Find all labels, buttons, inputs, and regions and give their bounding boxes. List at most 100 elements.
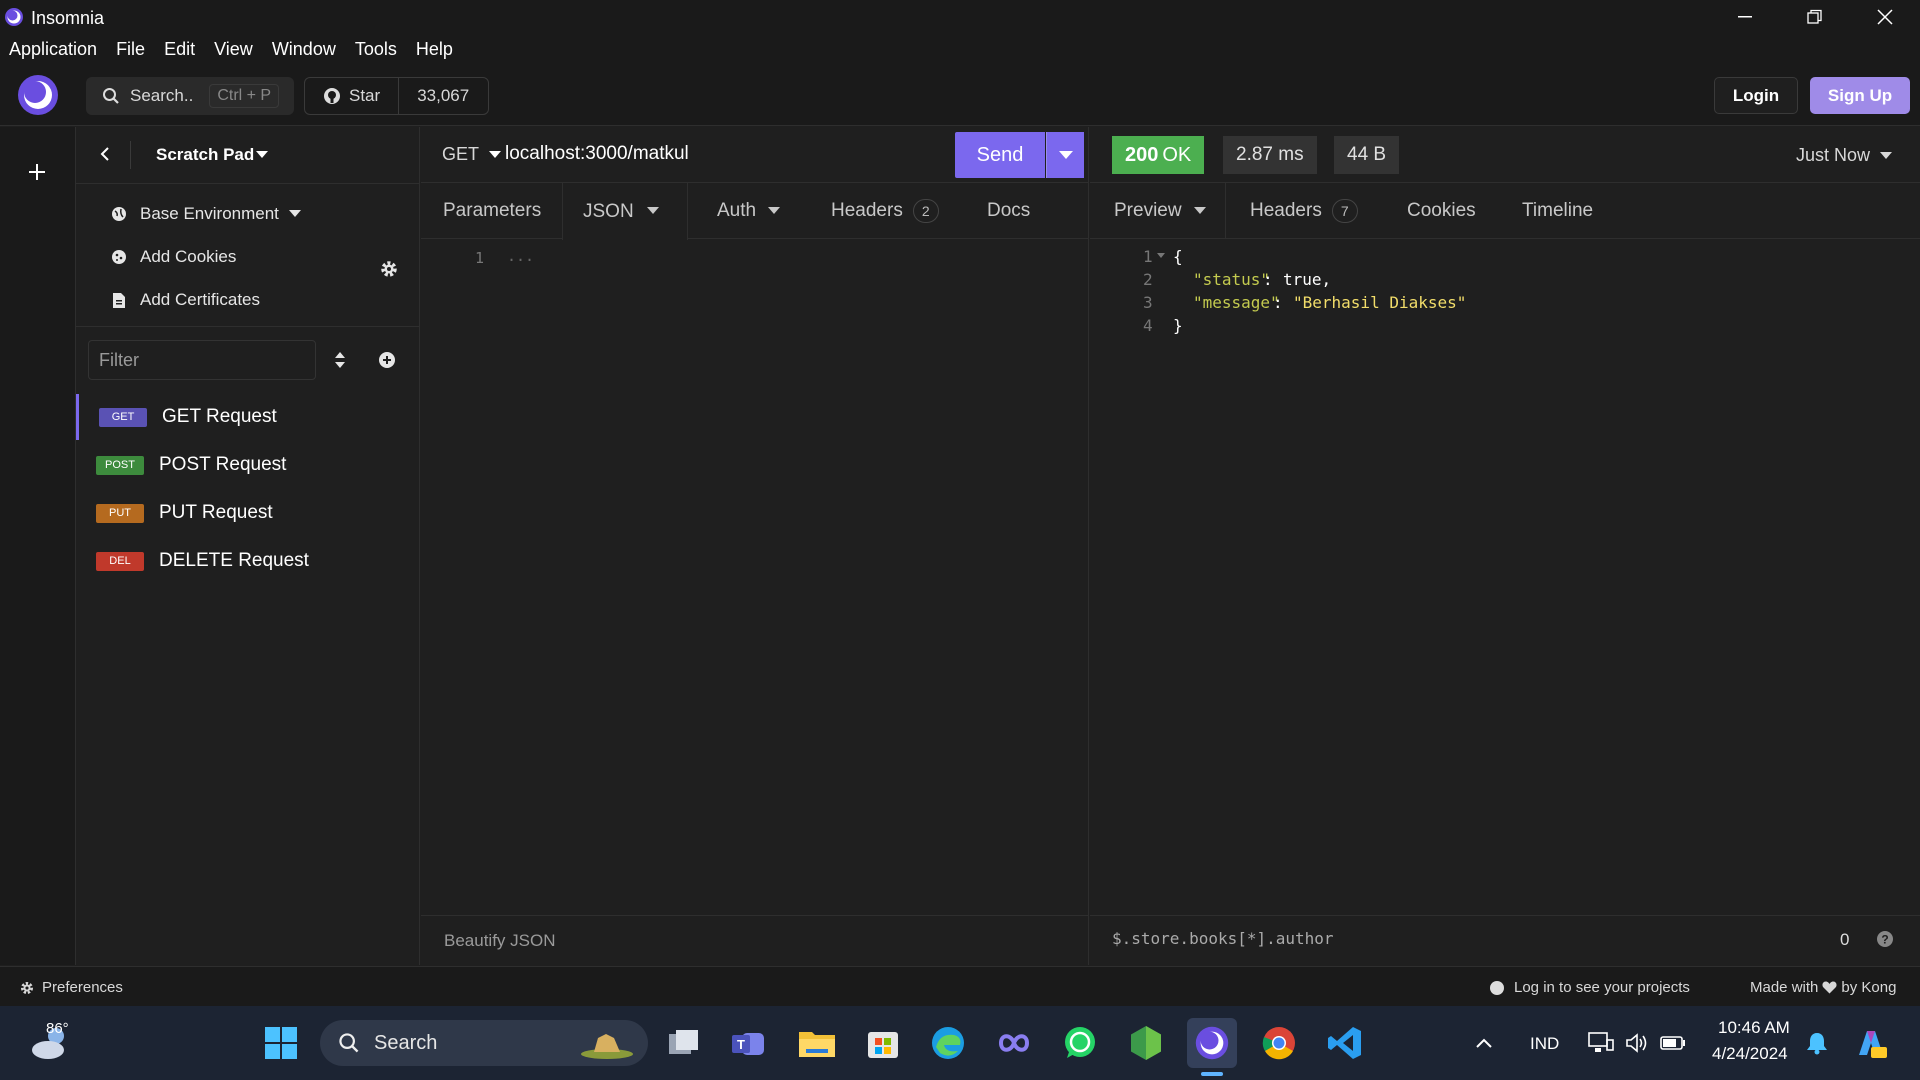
line-number: 4: [1143, 316, 1153, 335]
github-star[interactable]: Star 33,067: [304, 77, 489, 115]
title-bar: Insomnia: [0, 0, 1920, 34]
request-item-post[interactable]: POST POST Request: [76, 442, 420, 488]
gear-icon[interactable]: [380, 260, 398, 278]
request-item-put[interactable]: PUT PUT Request: [76, 490, 420, 536]
close-window-button[interactable]: [1850, 0, 1920, 34]
response-size: 44 B: [1334, 136, 1400, 174]
restore-button[interactable]: [1780, 0, 1850, 34]
add-cookies-label: Add Cookies: [140, 247, 237, 266]
file-explorer-icon[interactable]: [796, 1022, 838, 1064]
menu-tools[interactable]: Tools: [355, 39, 397, 60]
method-selector[interactable]: GET: [442, 144, 502, 165]
star-count: 33,067: [417, 86, 470, 105]
request-item-delete[interactable]: DEL DELETE Request: [76, 538, 420, 584]
cookie-icon: [110, 248, 128, 266]
taskbar-search[interactable]: Search: [320, 1020, 648, 1066]
copilot-loop-icon[interactable]: [993, 1022, 1035, 1064]
battery-icon[interactable]: [1656, 1022, 1690, 1064]
notification-bell-icon[interactable]: [1800, 1022, 1834, 1064]
menu-edit[interactable]: Edit: [164, 39, 195, 60]
back-icon[interactable]: [98, 145, 112, 163]
tab-response-headers[interactable]: Headers 7: [1250, 183, 1358, 239]
response-footer: $.store.books[*].author 0 ?: [1090, 915, 1920, 965]
history-dropdown[interactable]: Just Now: [1796, 145, 1893, 166]
vscode-icon[interactable]: [1324, 1022, 1366, 1064]
send-button[interactable]: Send: [955, 132, 1045, 178]
tab-label: JSON: [583, 200, 634, 222]
search-button[interactable]: Search.. Ctrl + P: [86, 77, 294, 115]
json-filter-input[interactable]: $.store.books[*].author: [1112, 929, 1334, 948]
json-key: "status": [1193, 270, 1271, 289]
sidebar-header: Scratch Pad: [76, 127, 419, 184]
whatsapp-icon[interactable]: [1059, 1022, 1101, 1064]
add-request-icon[interactable]: [378, 351, 396, 369]
add-certificates-item[interactable]: Add Certificates: [110, 290, 260, 310]
star-button[interactable]: Star: [305, 78, 400, 114]
filter-count: 0: [1840, 930, 1850, 949]
preferences-button[interactable]: Preferences: [20, 979, 123, 996]
task-view-icon[interactable]: [663, 1022, 705, 1064]
request-name: DELETE Request: [159, 550, 309, 571]
menu-file[interactable]: File: [116, 39, 145, 60]
tab-json[interactable]: JSON: [562, 183, 688, 240]
made-with-label: Made with: [1750, 979, 1819, 996]
filter-input[interactable]: [88, 340, 316, 380]
show-hidden-icons-chevron[interactable]: [1468, 1022, 1500, 1064]
tab-docs[interactable]: Docs: [987, 183, 1030, 239]
fold-icon[interactable]: [1157, 253, 1165, 259]
search-icon: [339, 1033, 359, 1053]
menu-application[interactable]: Application: [9, 39, 97, 60]
chevron-down-icon: [768, 207, 781, 214]
microsoft-store-icon[interactable]: [862, 1022, 904, 1064]
tab-label: Docs: [987, 200, 1031, 221]
start-icon[interactable]: [260, 1022, 302, 1064]
tab-timeline[interactable]: Timeline: [1522, 183, 1593, 239]
method-label: GET: [442, 144, 480, 164]
menu-view[interactable]: View: [214, 39, 253, 60]
menu-window[interactable]: Window: [272, 39, 336, 60]
tab-parameters[interactable]: Parameters: [443, 183, 541, 239]
chrome-icon[interactable]: [1258, 1022, 1300, 1064]
tab-preview[interactable]: Preview: [1114, 183, 1206, 239]
clock-date[interactable]: 4/24/2024: [1712, 1044, 1788, 1064]
nodejs-icon[interactable]: [1125, 1022, 1167, 1064]
editor-placeholder[interactable]: ...: [507, 247, 534, 265]
request-item-get[interactable]: GET GET Request: [76, 394, 420, 440]
edge-icon[interactable]: [927, 1022, 969, 1064]
send-options-button[interactable]: [1046, 132, 1084, 178]
insomnia-logo[interactable]: [17, 74, 59, 116]
beautify-json-button[interactable]: Beautify JSON: [444, 931, 556, 951]
base-environment-selector[interactable]: Base Environment: [110, 204, 301, 224]
network-icon[interactable]: [1584, 1022, 1618, 1064]
url-input[interactable]: localhost:3000/matkul: [505, 143, 689, 165]
json-colon: :: [1263, 270, 1273, 289]
help-icon[interactable]: ?: [1876, 930, 1894, 948]
volume-icon[interactable]: [1620, 1022, 1654, 1064]
response-status-bar: 200 OK 2.87 ms 44 B Just Now: [1090, 127, 1920, 183]
made-with-kong[interactable]: Made with by Kong: [1750, 979, 1896, 996]
tab-label: Headers: [831, 200, 903, 221]
add-cookies-item[interactable]: Add Cookies: [110, 247, 236, 267]
login-button[interactable]: Login: [1714, 77, 1798, 114]
weather-temp: 86°: [46, 1020, 69, 1037]
teams-icon[interactable]: T: [727, 1022, 769, 1064]
signup-button[interactable]: Sign Up: [1810, 77, 1910, 114]
minimize-button[interactable]: [1710, 0, 1780, 34]
add-project-icon[interactable]: [24, 159, 50, 185]
login-projects-link[interactable]: Log in to see your projects: [1490, 979, 1690, 996]
tab-auth[interactable]: Auth: [717, 183, 781, 239]
github-icon: [324, 88, 340, 104]
app-status-bar: Preferences Log in to see your projects …: [0, 966, 1920, 1006]
tab-cookies[interactable]: Cookies: [1407, 183, 1476, 239]
tab-headers[interactable]: Headers 2: [831, 183, 939, 239]
insomnia-taskbar-icon[interactable]: [1187, 1018, 1237, 1068]
input-language[interactable]: IND: [1530, 1034, 1559, 1054]
menu-help[interactable]: Help: [416, 39, 453, 60]
clock-time[interactable]: 10:46 AM: [1718, 1018, 1790, 1038]
copilot-icon[interactable]: [1850, 1022, 1892, 1064]
scratch-pad-title[interactable]: Scratch Pad: [156, 145, 254, 165]
line-number: 2: [1143, 270, 1153, 289]
chevron-down-icon[interactable]: [256, 151, 268, 159]
method-badge: DEL: [96, 551, 144, 571]
sort-icon[interactable]: [334, 351, 346, 369]
